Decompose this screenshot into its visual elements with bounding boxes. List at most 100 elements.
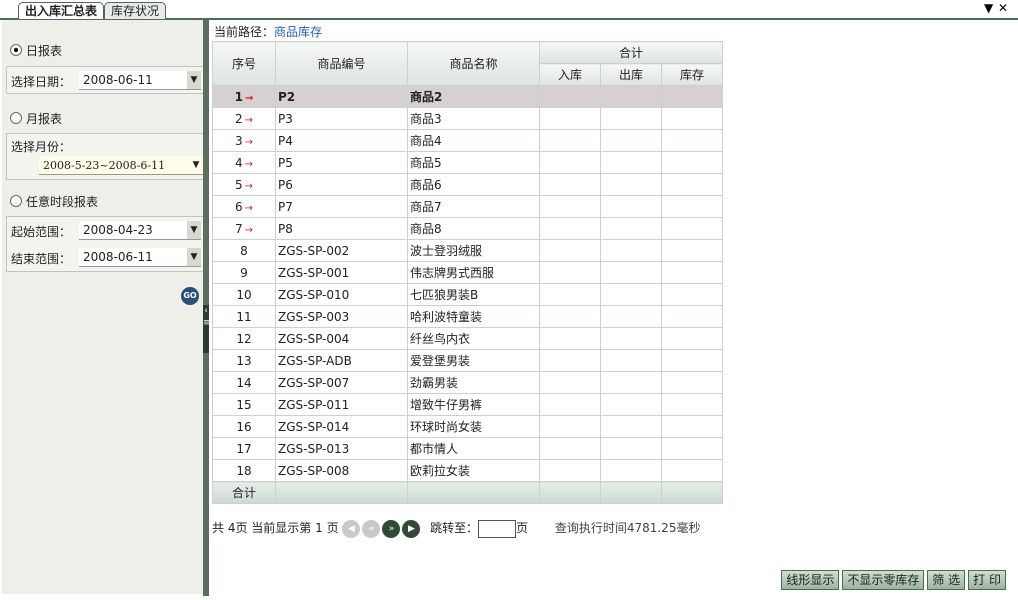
tab-stock-status[interactable]: 库存状况	[104, 2, 167, 19]
row-index: 11	[212, 305, 276, 328]
table-row[interactable]: 14 ZGS-SP-007 劲霸男装	[212, 371, 723, 394]
table-row[interactable]: 9 ZGS-SP-001 伟志牌男式西服	[212, 261, 723, 284]
row-index: 3 →	[212, 129, 276, 152]
table-row[interactable]: 17 ZGS-SP-013 都市情人	[212, 437, 723, 460]
first-page-icon[interactable]: ◀	[342, 519, 361, 538]
row-code: ZGS-SP-002	[275, 239, 408, 262]
row-out	[600, 129, 662, 152]
table-row[interactable]: 15 ZGS-SP-011 增致牛仔男裤	[212, 393, 723, 416]
row-out	[600, 217, 662, 240]
date-select[interactable]: 2008-06-11 ▼	[79, 71, 201, 90]
row-index: 1 →	[212, 85, 276, 108]
row-index: 12	[212, 327, 276, 350]
col-header-name[interactable]: 商品名称	[407, 41, 540, 86]
panel-splitter[interactable]: ‹ ≡	[203, 20, 211, 596]
row-index: 2 →	[212, 107, 276, 130]
next-page-icon[interactable]: »	[382, 519, 401, 538]
print-button[interactable]: 打 印	[968, 570, 1006, 590]
month-select[interactable]: 2008-5-23~2008-6-11 ▼	[39, 156, 203, 175]
row-out	[600, 151, 662, 174]
row-stock	[661, 151, 723, 174]
monthly-report-radio[interactable]: 月报表	[10, 110, 62, 127]
table-row[interactable]: 8 ZGS-SP-002 波士登羽绒服	[212, 239, 723, 262]
row-code: P6	[275, 173, 408, 196]
row-name: 波士登羽绒服	[407, 239, 540, 262]
col-header-in[interactable]: 入库	[539, 63, 601, 86]
row-out	[600, 283, 662, 306]
row-stock	[661, 239, 723, 262]
table-row[interactable]: 10 ZGS-SP-010 七匹狼男装B	[212, 283, 723, 306]
row-out	[600, 349, 662, 372]
table-row[interactable]: 3 → P4 商品4	[212, 129, 723, 152]
row-code: ZGS-SP-014	[275, 415, 408, 438]
start-date-value: 2008-04-23	[83, 223, 153, 237]
breadcrumb-link[interactable]: 商品库存	[274, 25, 322, 39]
table-row[interactable]: 4 → P5 商品5	[212, 151, 723, 174]
row-code: ZGS-SP-ADB	[275, 349, 408, 372]
row-name: 商品6	[407, 173, 540, 196]
row-code: P3	[275, 107, 408, 130]
daily-report-radio[interactable]: 日报表	[10, 42, 62, 59]
row-code: ZGS-SP-004	[275, 327, 408, 350]
row-index: 7 →	[212, 217, 276, 240]
row-stock	[661, 217, 723, 240]
row-index: 6 →	[212, 195, 276, 218]
row-stock	[661, 459, 723, 482]
row-out	[600, 393, 662, 416]
table-row[interactable]: 18 ZGS-SP-008 欧莉拉女装	[212, 459, 723, 482]
custom-report-radio[interactable]: 任意时段报表	[10, 193, 98, 210]
dropdown-arrow-icon[interactable]: ▼	[187, 248, 201, 266]
row-in	[539, 393, 601, 416]
month-value: 2008-5-23~2008-6-11	[43, 159, 166, 172]
line-display-button[interactable]: 线形显示	[781, 570, 840, 590]
table-row[interactable]: 12 ZGS-SP-004 纤丝鸟内衣	[212, 327, 723, 350]
table-row[interactable]: 11 ZGS-SP-003 哈利波特童装	[212, 305, 723, 328]
col-header-out[interactable]: 出库	[600, 63, 662, 86]
table-row[interactable]: 2 → P3 商品3	[212, 107, 723, 130]
row-code: ZGS-SP-008	[275, 459, 408, 482]
row-name: 伟志牌男式西服	[407, 261, 540, 284]
row-index: 15	[212, 393, 276, 416]
dropdown-arrow-icon[interactable]: ▼	[189, 156, 203, 174]
end-date-select[interactable]: 2008-06-11 ▼	[79, 248, 201, 267]
filter-button[interactable]: 筛 选	[927, 570, 966, 590]
row-out	[600, 437, 662, 460]
close-icon[interactable]: ✕	[998, 1, 1008, 15]
table-row[interactable]: 5 → P6 商品6	[212, 173, 723, 196]
row-name: 爱登堡男装	[407, 349, 540, 372]
table-row[interactable]: 6 → P7 商品7	[212, 195, 723, 218]
table-row[interactable]: 16 ZGS-SP-014 环球时尚女装	[212, 415, 723, 438]
row-name: 商品7	[407, 195, 540, 218]
row-index: 14	[212, 371, 276, 394]
col-header-code[interactable]: 商品编号	[275, 41, 408, 86]
table-row[interactable]: 13 ZGS-SP-ADB 爱登堡男装	[212, 349, 723, 372]
row-out	[600, 327, 662, 350]
pager-current-page: 1	[315, 521, 323, 535]
prev-page-icon[interactable]: «	[362, 519, 381, 538]
col-header-index[interactable]: 序号	[212, 41, 276, 86]
row-in	[539, 305, 601, 328]
date-value: 2008-06-11	[83, 73, 153, 87]
monthly-report-label: 月报表	[26, 112, 63, 126]
jump-page-input[interactable]	[478, 519, 517, 538]
start-label: 起始范围：	[11, 225, 72, 239]
dropdown-arrow-icon[interactable]: ▼	[187, 221, 201, 239]
main-content: 当前路径：商品库存 序号 商品编号 商品名称 合计 入库 出库 库存 1 → P2 商…	[210, 20, 1016, 596]
last-page-icon[interactable]: ▶	[402, 519, 421, 538]
start-date-select[interactable]: 2008-04-23 ▼	[79, 221, 201, 240]
dropdown-arrow-icon[interactable]: ▼	[187, 71, 201, 89]
custom-report-label: 任意时段报表	[26, 195, 99, 209]
row-in	[539, 437, 601, 460]
tab-inout-summary[interactable]: 出入库汇总表	[18, 2, 105, 19]
row-in	[539, 327, 601, 350]
breadcrumb: 当前路径：商品库存	[214, 23, 322, 40]
col-header-stock[interactable]: 库存	[661, 63, 723, 86]
table-row[interactable]: 7 → P8 商品8	[212, 217, 723, 240]
collapse-handle-icon[interactable]: ‹ ≡	[203, 305, 211, 353]
hide-zero-stock-button[interactable]: 不显示零库存	[842, 570, 925, 590]
go-button[interactable]: GO	[181, 287, 199, 305]
table-row[interactable]: 1 → P2 商品2	[212, 85, 723, 108]
row-in	[539, 415, 601, 438]
row-name: 商品5	[407, 151, 540, 174]
dropdown-icon[interactable]: ▼	[984, 1, 993, 15]
